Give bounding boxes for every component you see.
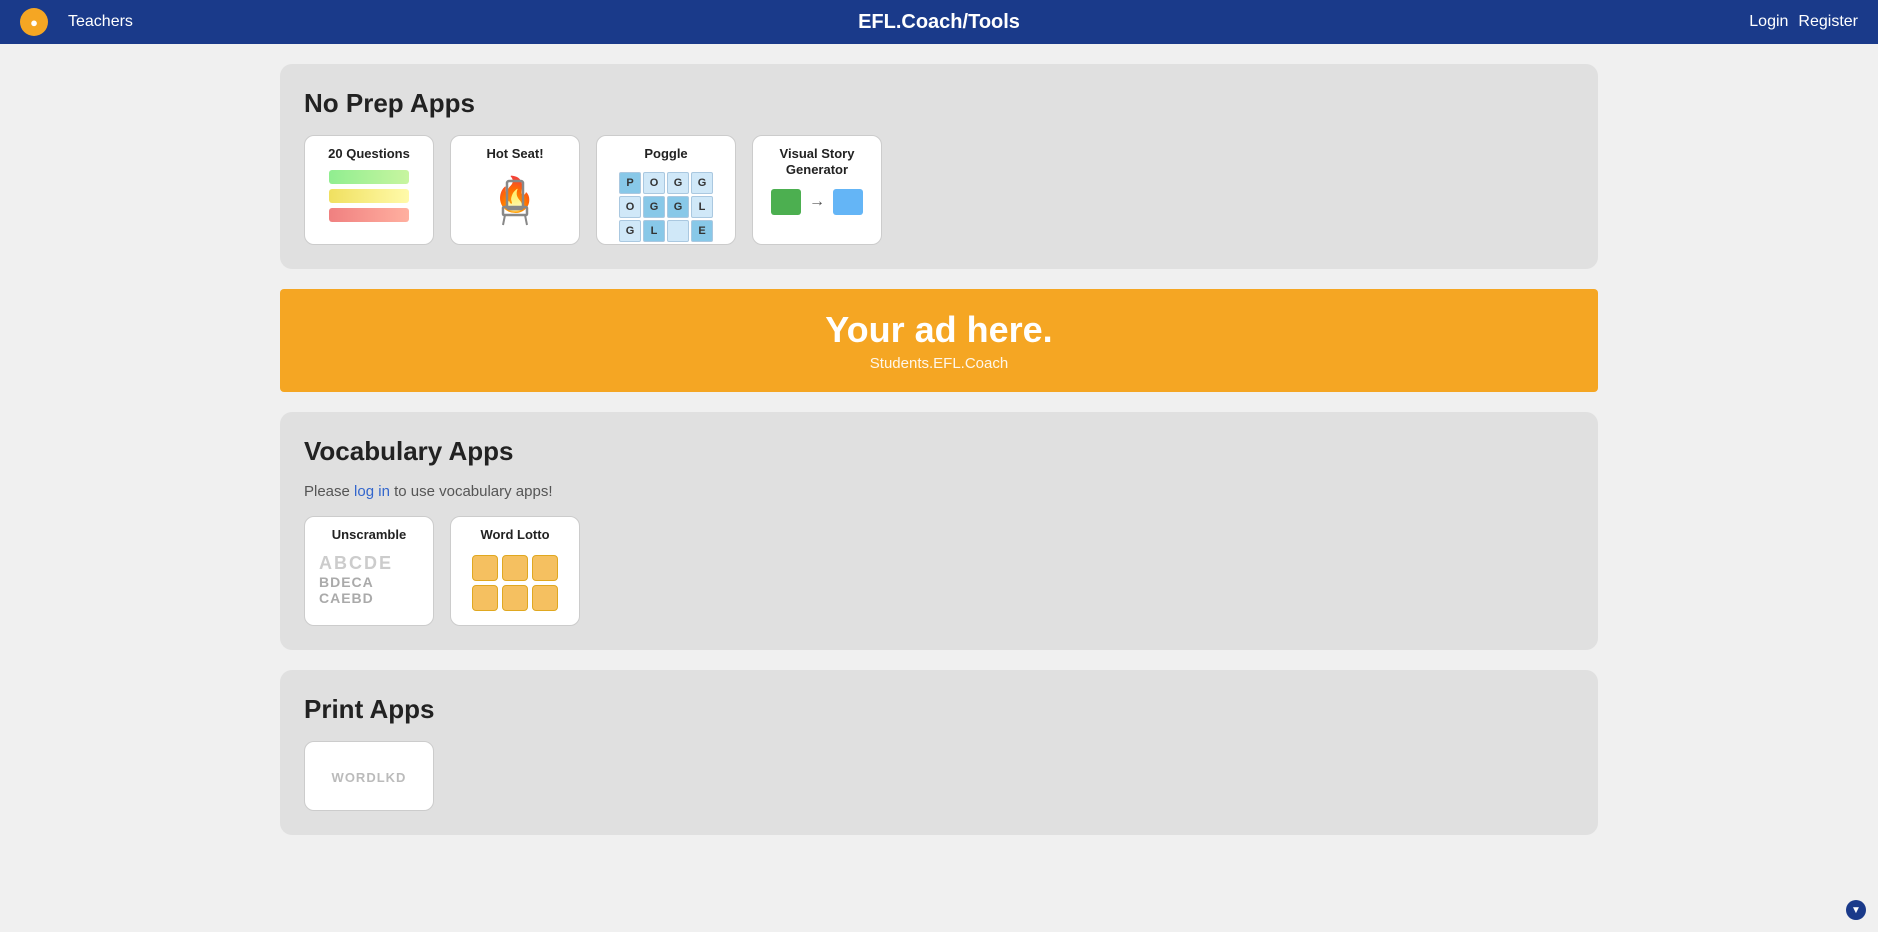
poggle-grid: P O G G O G G L G L E [619,172,713,242]
poggle-cell: P [619,172,641,194]
vocab-login-link[interactable]: log in [354,483,390,500]
word-lotto-grid [472,555,558,611]
vocab-subtitle-after: to use vocabulary apps! [390,483,553,500]
vsg-green-box [771,189,801,215]
twenty-q-visual [329,170,409,222]
vsg-blue-box [833,189,863,215]
login-link[interactable]: Login [1749,13,1788,31]
wordlkd-label: WORDLKD [332,770,407,785]
no-prep-apps-grid: 20 Questions Hot Seat! 🔥 [304,135,1574,245]
unscramble-label: Unscramble [332,527,406,543]
hot-seat-visual: 🔥 [480,170,550,235]
app-twenty-questions[interactable]: 20 Questions [304,135,434,245]
no-prep-title: No Prep Apps [304,88,1574,119]
auth-nav: Login Register [1749,13,1858,31]
poggle-label: Poggle [644,146,687,162]
vocab-subtitle-before: Please [304,483,354,500]
poggle-cell: G [667,172,689,194]
print-apps-grid: WORDLKD [304,741,1574,811]
hot-seat-label: Hot Seat! [486,146,543,162]
app-unscramble[interactable]: Unscramble ABCDE BDECA CAEBD [304,516,434,626]
poggle-cell: O [619,196,641,218]
lotto-cell [532,585,558,611]
poggle-cell: L [643,220,665,242]
word-lotto-label: Word Lotto [480,527,549,543]
poggle-cell: G [691,172,713,194]
app-wordlkd[interactable]: WORDLKD [304,741,434,811]
print-title: Print Apps [304,694,1574,725]
vocab-apps-grid: Unscramble ABCDE BDECA CAEBD Word Lotto [304,516,1574,626]
no-prep-section: No Prep Apps 20 Questions Hot Seat! 🔥 [280,64,1598,269]
chair-svg [495,177,535,227]
poggle-cell: O [643,172,665,194]
print-section: Print Apps WORDLKD [280,670,1598,835]
efl-logo: ● [20,8,48,36]
vsg-visual: → [771,189,863,215]
vsg-label: Visual Story Generator [761,146,873,177]
vsg-arrow-icon: → [809,193,825,211]
twenty-questions-label: 20 Questions [328,146,410,162]
bar-red [329,208,409,222]
ad-title: Your ad here. [300,309,1578,351]
poggle-cell: G [619,220,641,242]
lotto-cell [532,555,558,581]
vocabulary-section: Vocabulary Apps Please log in to use voc… [280,412,1598,650]
vocab-subtitle: Please log in to use vocabulary apps! [304,483,1574,500]
app-word-lotto[interactable]: Word Lotto [450,516,580,626]
unscramble-row-1: BDECA [319,574,374,590]
poggle-cell: E [691,220,713,242]
bar-yellow [329,189,409,203]
app-poggle[interactable]: Poggle P O G G O G G L G L E [596,135,736,245]
main-header: ● Teachers EFL.Coach/Tools Login Registe… [0,0,1878,44]
bar-green [329,170,409,184]
poggle-cell: G [667,196,689,218]
unscramble-top-row: ABCDE [319,553,393,574]
unscramble-visual: ABCDE BDECA CAEBD [313,553,425,606]
unscramble-row-2: CAEBD [319,590,374,606]
lotto-cell [472,555,498,581]
poggle-cell [667,220,689,242]
app-hot-seat[interactable]: Hot Seat! 🔥 [450,135,580,245]
scroll-down-indicator [1846,900,1866,920]
lotto-cell [472,585,498,611]
teachers-nav[interactable]: Teachers [68,13,133,31]
vocab-title: Vocabulary Apps [304,436,1574,467]
lotto-cell [502,555,528,581]
app-visual-story-generator[interactable]: Visual Story Generator → [752,135,882,245]
ad-subtitle: Students.EFL.Coach [300,355,1578,372]
poggle-cell: L [691,196,713,218]
register-link[interactable]: Register [1798,13,1858,31]
lotto-cell [502,585,528,611]
poggle-cell: G [643,196,665,218]
ad-banner[interactable]: Your ad here. Students.EFL.Coach [280,289,1598,392]
site-title: EFL.Coach/Tools [858,11,1020,34]
